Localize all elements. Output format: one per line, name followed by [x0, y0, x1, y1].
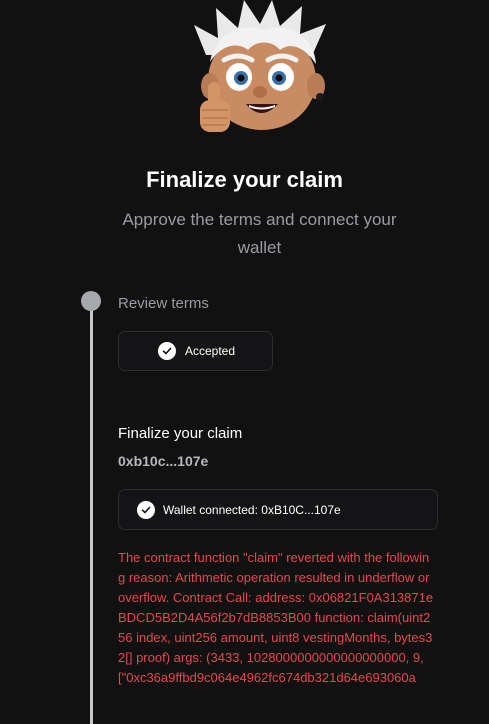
checkmark-icon [137, 501, 155, 519]
page-subtitle: Approve the terms and connect your walle… [122, 210, 397, 257]
step-finalize-claim-label: Finalize your claim [118, 425, 243, 442]
wallet-address: 0xb10c...107e [118, 453, 209, 469]
error-message: The contract function "claim" reverted w… [118, 550, 434, 685]
accepted-status-box: Accepted [118, 331, 273, 371]
page-title: Finalize your claim [146, 167, 343, 192]
timeline-line [90, 304, 93, 724]
accepted-label: Accepted [185, 344, 236, 358]
thumbs-up-character-avatar [194, 0, 326, 132]
step-review-terms-label: Review terms [118, 295, 209, 312]
timeline-step-dot [81, 291, 101, 311]
wallet-connected-label: Wallet connected: 0xB10C...107e [163, 503, 341, 517]
checkmark-icon [158, 342, 176, 360]
wallet-connected-box: Wallet connected: 0xB10C...107e [118, 489, 438, 530]
